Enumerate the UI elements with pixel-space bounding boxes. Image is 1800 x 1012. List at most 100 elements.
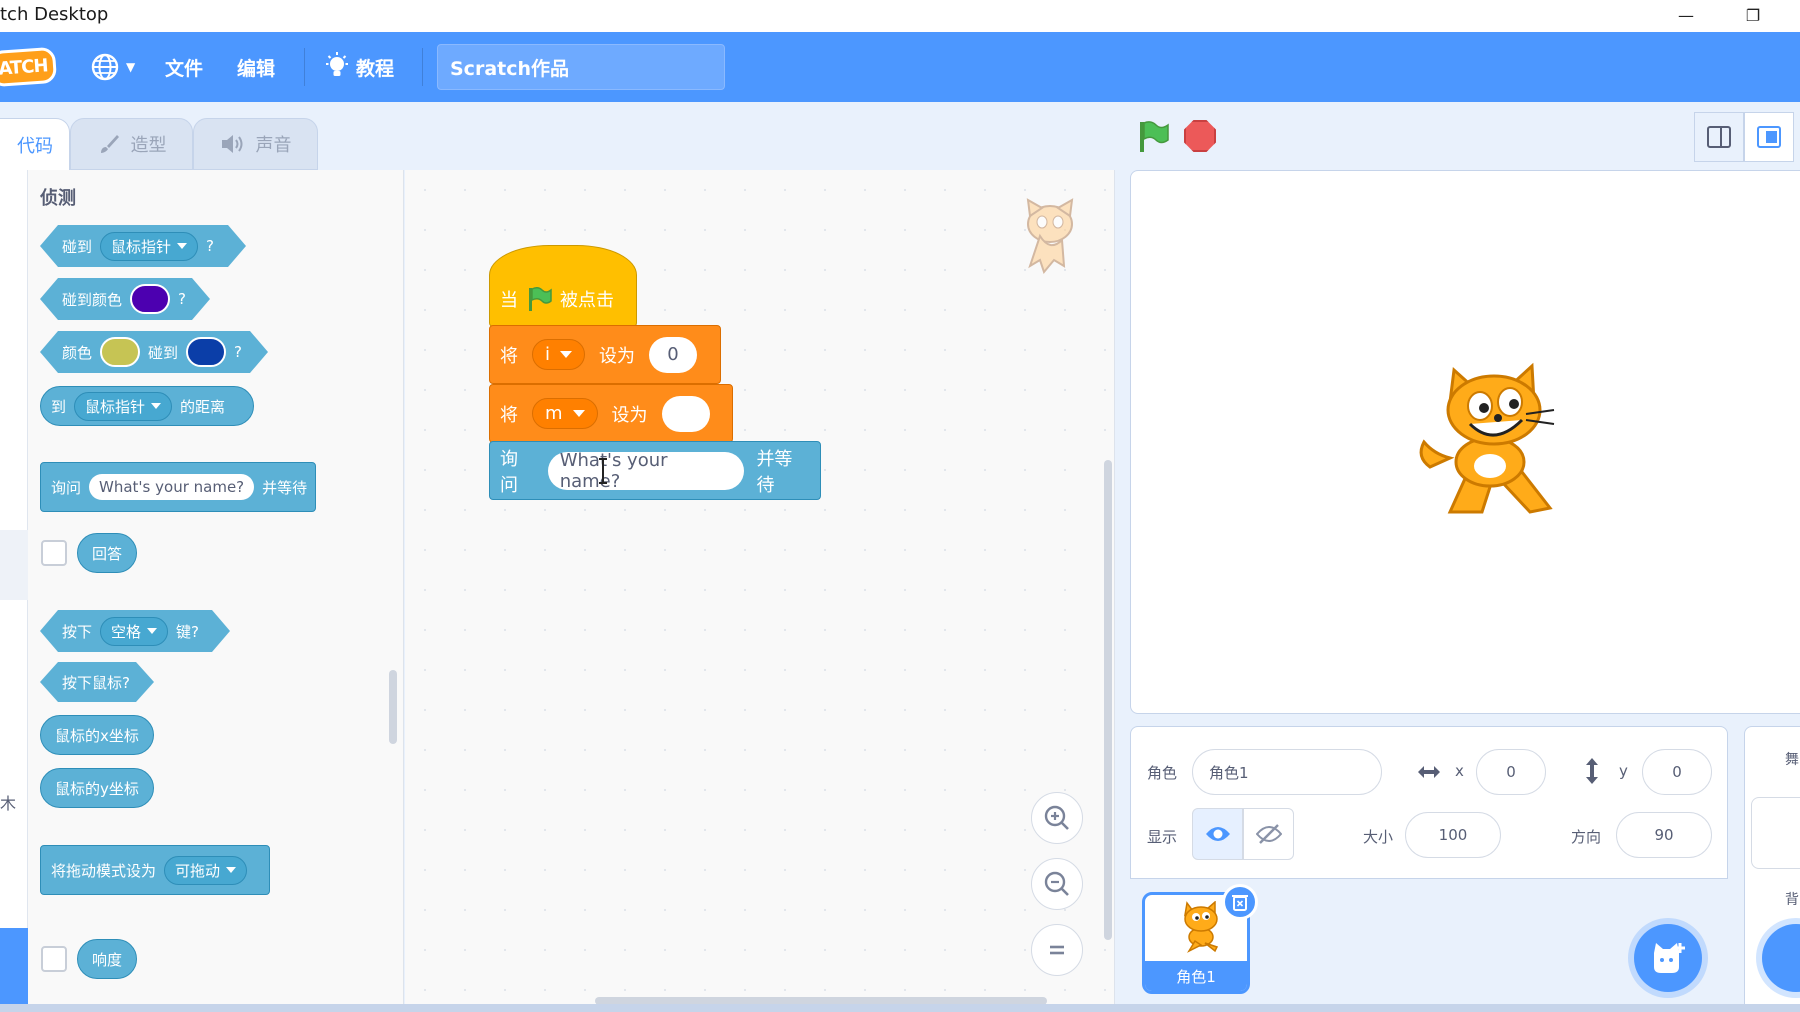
dropdown-value: 鼠标指针 [111, 237, 172, 256]
size-label: 大小 [1363, 828, 1394, 846]
tab-code[interactable]: 代码 [0, 118, 70, 170]
minimize-button[interactable]: — [1666, 2, 1706, 28]
zoom-in-icon [1044, 805, 1069, 830]
key-dropdown[interactable]: 空格 [100, 617, 168, 646]
loudness-checkbox[interactable] [41, 946, 67, 972]
block-key-label: 按下 [62, 622, 93, 641]
block-ask-and-wait[interactable]: 询问 What's your name? 并等待 [40, 462, 316, 512]
stage-pane-title: 舞 [1785, 752, 1799, 768]
block-ask-in-script[interactable]: 询问 What's your name? 并等待 [489, 441, 821, 500]
block-key-pressed[interactable]: 按下 空格 键? [40, 610, 230, 652]
restore-button[interactable]: ❐ [1733, 2, 1773, 28]
block-mouse-x[interactable]: 鼠标的x坐标 [40, 715, 154, 755]
extension-button[interactable] [0, 928, 28, 1012]
sprite-name-input[interactable]: 角色1 [1192, 749, 1382, 795]
window-titlebar: tch Desktop — ❐ [0, 0, 1800, 32]
tab-sounds[interactable]: 声音 [193, 118, 318, 170]
touching-target-dropdown[interactable]: 鼠标指针 [100, 232, 198, 261]
block-loudness[interactable]: 响度 [77, 939, 137, 979]
block-distance-label: 到 [51, 397, 67, 416]
set-to-label: 设为 [599, 345, 636, 367]
question-mark: ? [206, 237, 214, 255]
block-mouse-y[interactable]: 鼠标的y坐标 [40, 768, 154, 808]
block-color-label: 颜色 [62, 343, 93, 362]
dropdown-arrow-icon [151, 403, 162, 409]
dropdown-arrow-icon [147, 628, 157, 634]
color-swatch[interactable] [186, 337, 226, 367]
direction-input[interactable]: 90 [1616, 812, 1712, 858]
text-cursor-icon [599, 458, 607, 484]
zoom-reset-button[interactable] [1031, 924, 1083, 976]
green-flag-button[interactable] [1136, 120, 1170, 154]
add-sprite-button[interactable] [1634, 924, 1702, 992]
file-menu[interactable]: 文件 [165, 54, 203, 80]
block-set-variable-i[interactable]: 将 i 设为 0 [489, 325, 721, 384]
code-vertical-scrollbar[interactable] [1104, 460, 1112, 940]
show-sprite-button[interactable] [1192, 808, 1243, 860]
set-value-input[interactable]: 0 [649, 336, 698, 373]
zoom-in-button[interactable] [1031, 792, 1083, 844]
ask-wait-label: 并等待 [756, 448, 793, 496]
question-mark: ? [178, 290, 186, 308]
menu-divider [304, 48, 305, 86]
delete-sprite-button[interactable] [1222, 884, 1258, 920]
size-input[interactable]: 100 [1405, 812, 1501, 858]
block-when-flag-clicked[interactable]: 当 被点击 [489, 245, 637, 327]
project-title-input[interactable]: Scratch作品 [437, 44, 725, 90]
large-stage-button[interactable] [1744, 112, 1794, 162]
palette-scrollbar[interactable] [389, 670, 397, 744]
green-flag-icon [529, 286, 552, 311]
equals-icon [1050, 945, 1064, 955]
block-set-variable-m[interactable]: 将 m 设为 [489, 384, 733, 443]
block-touching-color[interactable]: 碰到颜色 ? [40, 278, 210, 320]
vertical-arrows-icon [1586, 758, 1598, 784]
dropdown-value: 可拖动 [175, 861, 221, 880]
block-distance-to[interactable]: 到 鼠标指针 的距离 [40, 386, 254, 426]
lightbulb-icon [326, 52, 348, 76]
edit-menu[interactable]: 编辑 [237, 54, 275, 80]
sprite-thumbnail-name: 角色1 [1145, 961, 1247, 991]
ask-text-input[interactable]: What's your name? [89, 474, 255, 500]
tutorials-menu[interactable]: 教程 [324, 52, 394, 80]
y-input[interactable]: 0 [1642, 749, 1712, 795]
color-swatch[interactable] [100, 337, 140, 367]
variable-dropdown[interactable]: m [532, 398, 598, 429]
block-key-suffix: 键? [176, 622, 199, 641]
block-mouse-down-label: 按下鼠标? [62, 673, 130, 692]
horizontal-arrows-icon [1418, 766, 1440, 778]
tab-code-label: 代码 [17, 135, 53, 157]
block-mouse-down[interactable]: 按下鼠标? [40, 662, 154, 702]
answer-checkbox[interactable] [41, 540, 67, 566]
chevron-down-icon: ▼ [126, 60, 136, 74]
cat-thumbnail-icon [1184, 901, 1219, 953]
drag-mode-dropdown[interactable]: 可拖动 [164, 855, 248, 885]
zoom-out-button[interactable] [1031, 858, 1083, 910]
eye-icon [1205, 827, 1230, 841]
variable-dropdown[interactable]: i [532, 339, 586, 370]
block-color-touching-label: 碰到 [148, 343, 179, 362]
set-value-input[interactable] [661, 395, 710, 432]
language-menu[interactable]: ▼ [90, 53, 136, 81]
block-drag-label: 将拖动模式设为 [51, 861, 157, 880]
stop-button[interactable] [1184, 120, 1216, 152]
block-set-drag-mode[interactable]: 将拖动模式设为 可拖动 [40, 845, 270, 895]
add-cat-icon [1654, 943, 1685, 973]
dropdown-arrow-icon [572, 410, 585, 417]
block-mouse-x-label: 鼠标的x坐标 [55, 726, 139, 745]
menu-divider [422, 48, 423, 86]
ask-question-input[interactable]: What's your name? [547, 450, 745, 492]
category-selected-indicator [0, 530, 28, 600]
scratch-logo[interactable]: ATCH [0, 46, 58, 88]
tab-costumes[interactable]: 造型 [70, 118, 193, 170]
small-stage-button[interactable] [1694, 112, 1744, 162]
block-touching[interactable]: 碰到 鼠标指针 ? [40, 225, 246, 267]
color-swatch[interactable] [130, 284, 170, 314]
block-answer[interactable]: 回答 [77, 533, 137, 573]
distance-target-dropdown[interactable]: 鼠标指针 [74, 391, 173, 421]
hide-sprite-button[interactable] [1243, 808, 1294, 860]
sprite-watermark-icon [1026, 198, 1074, 275]
x-input[interactable]: 0 [1476, 749, 1546, 795]
block-color-touching-color[interactable]: 颜色 碰到 ? [40, 331, 268, 373]
backdrop-thumbnail[interactable] [1751, 797, 1800, 869]
cat-sprite[interactable] [1410, 362, 1570, 522]
